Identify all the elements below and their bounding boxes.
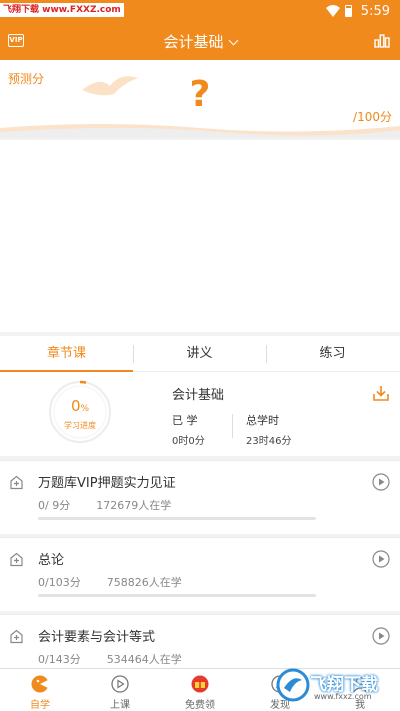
tab-chapters[interactable]: 章节课: [0, 336, 133, 372]
gift-icon: [191, 675, 209, 693]
progress-percent: 0%: [70, 397, 90, 415]
course-title: 总论: [38, 553, 65, 568]
course-meta: 0/143分 534464人在学: [38, 653, 182, 666]
course-meta: 0/103分 758826人在学: [38, 576, 182, 589]
course-progress-bar: [38, 594, 316, 597]
prediction-panel: 预测分 ? /100分: [0, 60, 400, 138]
status-bar: 飞翔下载 www.FXXZ.com 5:59: [0, 0, 400, 22]
progress-ring: 0% 学习进度: [48, 380, 112, 444]
progress-card: 0% 学习进度 会计基础 已 学 0时0分 总学时 23时46分: [0, 372, 400, 456]
play-circle-icon[interactable]: [372, 473, 390, 491]
nav-class[interactable]: 上课: [80, 669, 160, 711]
page-title: 会计基础: [163, 33, 224, 51]
total-stat: 总学时 23时46分: [246, 414, 292, 447]
play-circle-icon[interactable]: [372, 627, 390, 645]
download-icon[interactable]: [372, 384, 390, 402]
subject-selector[interactable]: 会计基础: [0, 31, 400, 52]
nav-self-study[interactable]: 自学: [0, 669, 80, 711]
add-course-icon[interactable]: [9, 629, 24, 644]
add-course-icon[interactable]: [9, 475, 24, 490]
add-course-icon[interactable]: [9, 552, 24, 567]
watermark-logo-icon: [276, 668, 310, 702]
chart-area: [0, 140, 400, 332]
stat-divider: [232, 414, 233, 438]
progress-subject: 会计基础: [172, 388, 225, 403]
clock: 5:59: [360, 4, 390, 19]
watermark-label: 飞翔下载 www.FXXZ.com: [0, 3, 124, 17]
learned-stat: 已 学 0时0分: [172, 414, 205, 447]
wifi-icon: [326, 5, 340, 17]
chevron-down-icon: [228, 35, 238, 46]
prediction-value: ?: [189, 74, 211, 115]
play-circle-icon: [111, 675, 129, 693]
course-item[interactable]: 总论 0/103分 758826人在学: [0, 537, 400, 611]
course-title: 万题库VIP押题实力见证: [38, 476, 176, 491]
course-title: 会计要素与会计等式: [38, 630, 156, 645]
app-header: VIP 会计基础: [0, 22, 400, 60]
watermark: 飞翔下载 www.fxxz.com: [274, 664, 394, 708]
tab-practice[interactable]: 练习: [266, 336, 399, 372]
self-study-icon: [31, 675, 49, 693]
tab-notes[interactable]: 讲义: [133, 336, 266, 372]
course-item[interactable]: 万题库VIP押题实力见证 0/ 9分 172679人在学: [0, 460, 400, 534]
battery-icon: [345, 5, 352, 17]
nav-free[interactable]: 免费领: [160, 669, 240, 711]
tab-bar: 章节课 讲义 练习: [0, 336, 400, 372]
course-meta: 0/ 9分 172679人在学: [38, 499, 172, 512]
progress-caption: 学习进度: [64, 421, 96, 430]
watermark-url: www.fxxz.com: [314, 692, 372, 701]
wave-decoration: [0, 124, 400, 138]
course-progress-bar: [38, 517, 316, 520]
bar-chart-icon[interactable]: [374, 34, 390, 48]
play-circle-icon[interactable]: [372, 550, 390, 568]
